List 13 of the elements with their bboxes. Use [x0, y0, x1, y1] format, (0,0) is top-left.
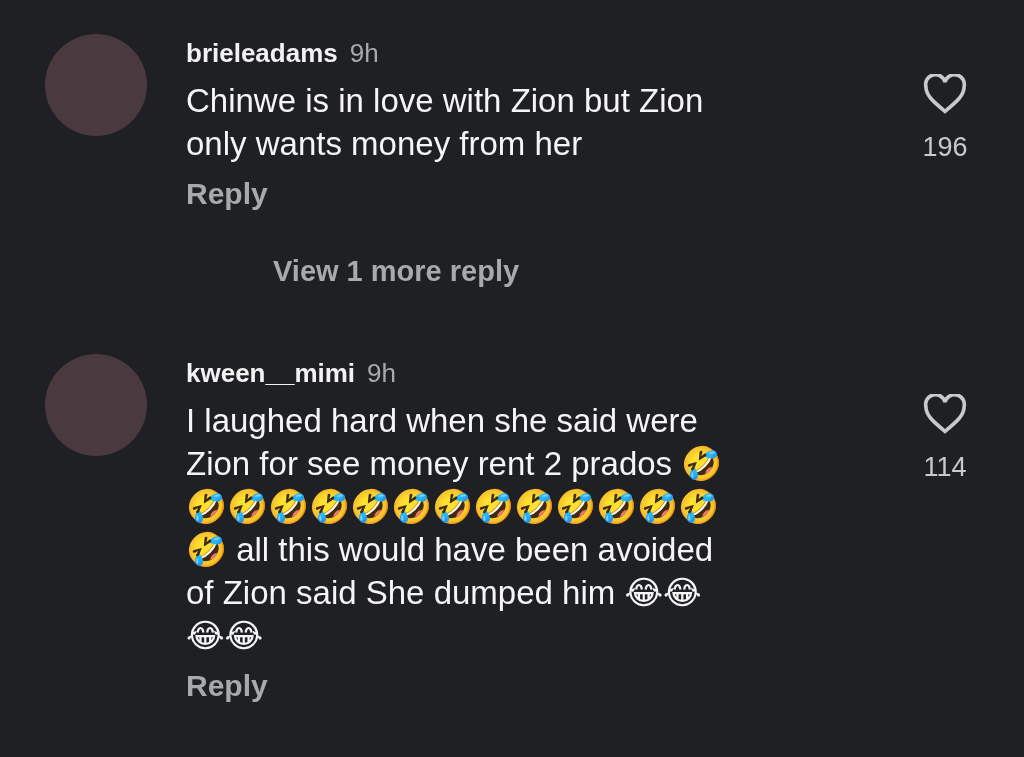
- username[interactable]: brieleadams: [186, 38, 338, 69]
- like-count: 196: [922, 132, 968, 163]
- timestamp: 9h: [367, 358, 396, 389]
- view-replies-button[interactable]: View 1 more reply: [273, 255, 520, 288]
- heart-icon[interactable]: [923, 74, 967, 114]
- reply-button[interactable]: Reply: [186, 669, 268, 703]
- like-count: 114: [923, 452, 967, 483]
- comment-text: Chinwe is in love with Zion but Zion only wants money from her: [186, 81, 705, 164]
- reply-button[interactable]: Reply: [186, 177, 268, 211]
- heart-icon[interactable]: [923, 394, 967, 434]
- username[interactable]: kween__mimi: [186, 358, 356, 389]
- comment-text: I laughed hard when she said were Zion for see money rent 2 prados 🤣 🤣🤣🤣🤣🤣🤣🤣🤣🤣🤣🤣🤣🤣 🤣 all this would have been avoided of Zion said She dumped him 😂😂 😂😂: [186, 401, 724, 656]
- timestamp: 9h: [349, 38, 379, 69]
